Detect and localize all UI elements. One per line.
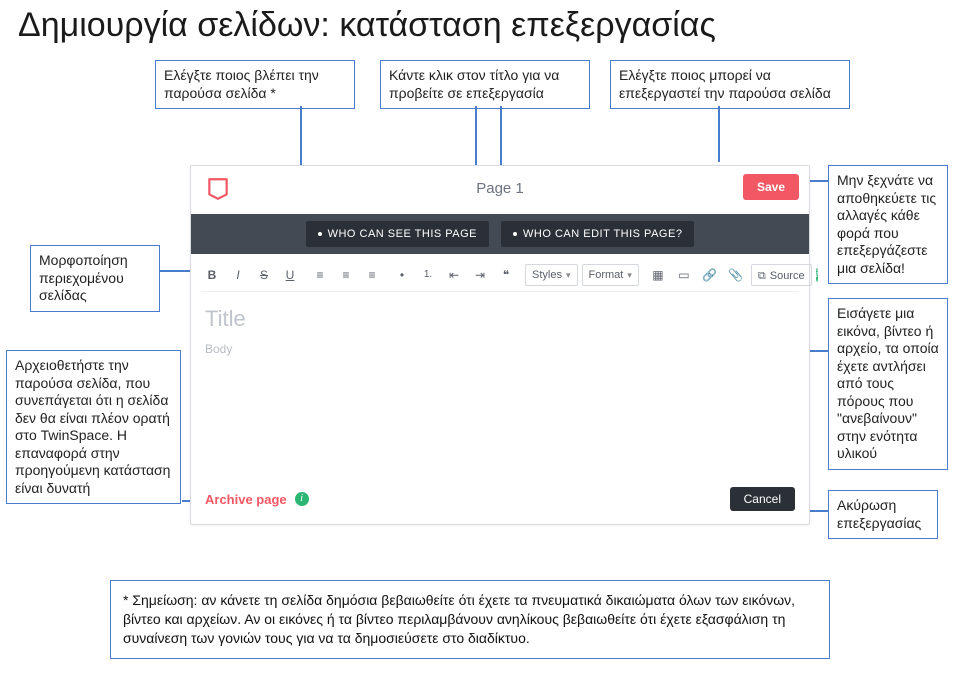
align-right-button[interactable]: ≡ (361, 264, 383, 286)
who-can-edit-label: WHO CAN EDIT THIS PAGE? (523, 228, 682, 240)
who-can-see-label: WHO CAN SEE THIS PAGE (328, 228, 477, 240)
twinspace-logo-icon (205, 176, 231, 202)
strike-button[interactable]: S (253, 264, 275, 286)
quote-button[interactable]: ❝ (495, 264, 517, 286)
slide-title: Δημιουργία σελίδων: κατάσταση επεξεργασί… (18, 6, 716, 45)
editor-panel: Page 1 Save WHO CAN SEE THIS PAGE WHO CA… (190, 165, 810, 525)
info-icon[interactable]: i (295, 492, 309, 506)
who-can-edit-button[interactable]: WHO CAN EDIT THIS PAGE? (501, 221, 694, 247)
callout-format: Μορφοποίηση περιεχομένου σελίδας (30, 245, 160, 312)
callout-save: Μην ξεχνάτε να αποθηκεύετε τις αλλαγές κ… (828, 165, 948, 284)
who-can-see-button[interactable]: WHO CAN SEE THIS PAGE (306, 221, 489, 247)
footnote-text: * Σημείωση: αν κάνετε τη σελίδα δημόσια … (123, 592, 795, 646)
source-button[interactable]: ⧉Source (751, 264, 812, 286)
callout-archive: Αρχειοθετήστε την παρούσα σελίδα, που συ… (6, 350, 181, 504)
italic-button[interactable]: I (227, 264, 249, 286)
title-placeholder[interactable]: Title (205, 306, 246, 332)
format-label: Format (589, 264, 624, 286)
underline-button[interactable]: U (279, 264, 301, 286)
format-select[interactable]: Format (582, 264, 639, 286)
callout-who-edit: Ελέγξτε ποιος μπορεί να επεξεργαστεί την… (610, 60, 850, 109)
callout-cancel: Ακύρωση επεξεργασίας (828, 490, 938, 539)
attach-button[interactable]: 📎 (725, 264, 747, 286)
info-icon[interactable]: i (816, 268, 819, 282)
cancel-button[interactable]: Cancel (730, 487, 795, 511)
source-label: Source (770, 270, 805, 282)
archive-link[interactable]: Archive page (205, 492, 287, 507)
align-center-button[interactable]: ≡ (335, 264, 357, 286)
bold-button[interactable]: B (201, 264, 223, 286)
connector-line (718, 106, 720, 162)
styles-label: Styles (532, 264, 562, 286)
align-left-button[interactable]: ≡ (309, 264, 331, 286)
table-button[interactable]: ▦ (647, 264, 669, 286)
visibility-bar: WHO CAN SEE THIS PAGE WHO CAN EDIT THIS … (191, 214, 809, 254)
bullet-list-button[interactable]: • (391, 264, 413, 286)
body-placeholder[interactable]: Body (205, 342, 232, 356)
outdent-button[interactable]: ⇤ (443, 264, 465, 286)
styles-select[interactable]: Styles (525, 264, 578, 286)
format-toolbar: B I S U ≡ ≡ ≡ • 1. ⇤ ⇥ ❝ Styles Format ▦… (201, 262, 799, 292)
callout-who-see: Ελέγξτε ποιος βλέπει την παρούσα σελίδα … (155, 60, 355, 109)
callout-media: Εισάγετε μια εικόνα, βίντεο ή αρχείο, τα… (828, 298, 948, 470)
link-button[interactable]: 🔗 (699, 264, 721, 286)
footnote-box: * Σημείωση: αν κάνετε τη σελίδα δημόσια … (110, 580, 830, 659)
callout-click-title: Κάντε κλικ στον τίτλο για να προβείτε σε… (380, 60, 590, 109)
save-button[interactable]: Save (743, 174, 799, 200)
page-title-label[interactable]: Page 1 (476, 180, 524, 197)
indent-button[interactable]: ⇥ (469, 264, 491, 286)
number-list-button[interactable]: 1. (417, 264, 439, 286)
image-button[interactable]: ▭ (673, 264, 695, 286)
editor-footer: Archive page i Cancel (205, 486, 795, 512)
editor-header: Page 1 Save (191, 166, 809, 214)
connector-line (475, 106, 477, 172)
